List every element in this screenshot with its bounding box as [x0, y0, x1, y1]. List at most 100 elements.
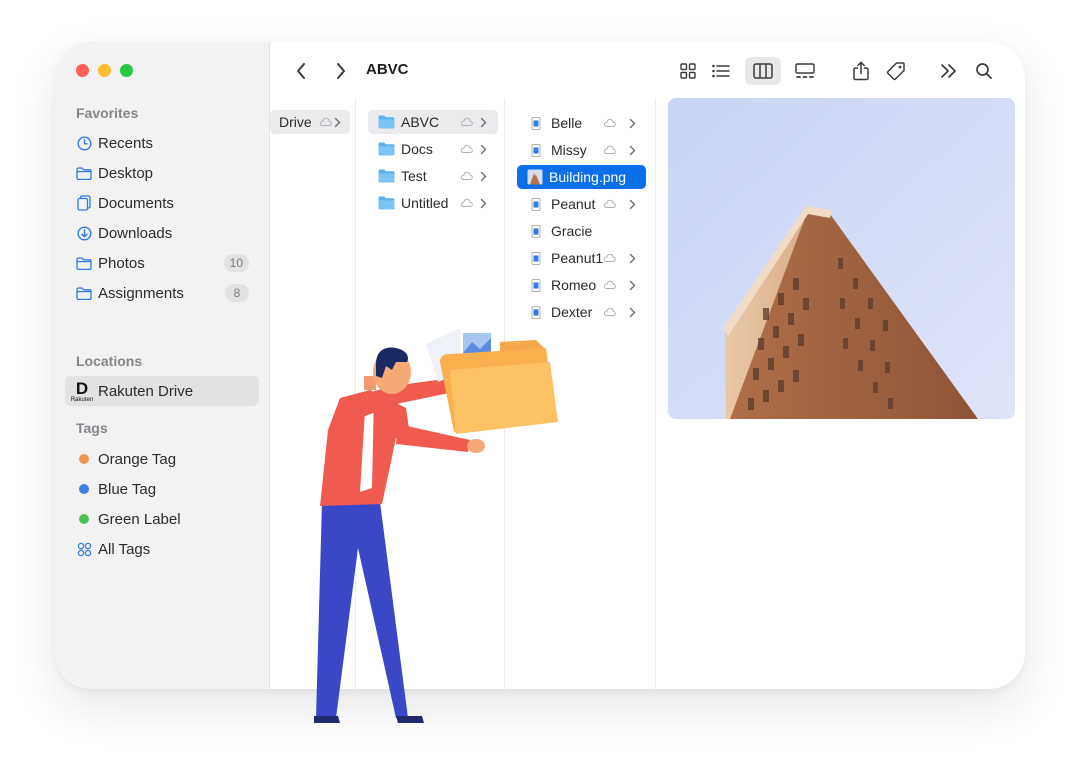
search-icon[interactable] [971, 58, 997, 84]
cloud-icon [603, 145, 616, 155]
file-icon [531, 224, 541, 238]
list-item-untitled[interactable]: Untitled [368, 191, 498, 215]
folder-icon [76, 285, 92, 301]
tags-section-title: Tags [76, 420, 108, 436]
file-icon [531, 278, 541, 292]
favorites-section-title: Favorites [76, 105, 139, 121]
chevron-right-icon [334, 117, 341, 128]
sidebar-item-label: Orange Tag [98, 450, 177, 468]
cloud-icon [319, 117, 332, 127]
cloud-icon [460, 144, 473, 154]
chevron-right-icon [629, 118, 636, 129]
window-title: ABVC [366, 61, 409, 78]
back-icon[interactable] [290, 58, 312, 84]
list-item-gracie[interactable]: Gracie [517, 219, 647, 243]
file-icon [531, 305, 541, 319]
sidebar-item-label: Documents [98, 194, 174, 212]
sidebar-item-label: Green Label [98, 510, 181, 528]
minimize-window-button[interactable] [98, 64, 111, 77]
chevron-right-icon [629, 145, 636, 156]
sidebar-item-rakuten-drive[interactable]: D Rakuten Rakuten Drive [65, 376, 259, 406]
chevron-right-icon [629, 280, 636, 291]
chevron-right-icon [629, 253, 636, 264]
tag-icon[interactable] [882, 58, 910, 84]
sidebar-item-recents[interactable]: Recents [65, 128, 259, 158]
cloud-icon [603, 199, 616, 209]
sidebar-item-orange-tag[interactable]: Orange Tag [65, 444, 259, 474]
folder-icon [378, 115, 395, 129]
all-tags-icon [76, 541, 92, 557]
chevron-right-icon [629, 307, 636, 318]
file-preview-image [668, 98, 1015, 419]
forward-icon[interactable] [330, 58, 352, 84]
cloud-icon [603, 307, 616, 317]
download-icon [76, 225, 92, 241]
zoom-window-button[interactable] [120, 64, 133, 77]
folder-icon [378, 142, 395, 156]
person-carrying-folder-illustration [300, 320, 570, 730]
rakuten-drive-logo: D Rakuten [70, 378, 94, 403]
tag-dot-icon [76, 451, 92, 467]
sidebar-item-label: Photos [98, 254, 145, 272]
folder-icon [76, 255, 92, 271]
file-icon [531, 197, 541, 211]
document-icon [76, 195, 92, 211]
list-item-building-png[interactable]: Building.png [517, 165, 646, 189]
chevron-right-icon [629, 199, 636, 210]
cloud-icon [603, 280, 616, 290]
sidebar-item-documents[interactable]: Documents [65, 188, 259, 218]
share-icon[interactable] [848, 58, 874, 84]
sidebar-item-desktop[interactable]: Desktop [65, 158, 259, 188]
sidebar-item-label: Downloads [98, 224, 173, 242]
column-view-icon[interactable] [745, 57, 781, 85]
cloud-icon [460, 171, 473, 181]
list-item-test[interactable]: Test [368, 164, 498, 188]
count-badge: 8 [225, 284, 249, 302]
sidebar-item-assignments[interactable]: Assignments 8 [65, 278, 259, 308]
list-item-missy[interactable]: Missy [517, 138, 647, 162]
cloud-icon [460, 198, 473, 208]
sidebar-item-all-tags[interactable]: All Tags [65, 534, 259, 564]
close-window-button[interactable] [76, 64, 89, 77]
folder-icon [76, 165, 92, 181]
locations-section-title: Locations [76, 353, 143, 369]
folder-icon [378, 196, 395, 210]
cloud-icon [603, 253, 616, 263]
sidebar: Favorites Recents Desktop Documents Down… [55, 42, 270, 689]
list-item-peanut[interactable]: Peanut [517, 192, 647, 216]
sidebar-item-blue-tag[interactable]: Blue Tag [65, 474, 259, 504]
sidebar-item-label: Blue Tag [98, 480, 157, 498]
chevron-right-icon [480, 144, 487, 155]
more-icon[interactable] [936, 58, 962, 84]
clock-icon [76, 135, 92, 151]
list-view-icon[interactable] [707, 58, 735, 84]
grid-view-icon[interactable] [674, 58, 702, 84]
sidebar-item-label: Recents [98, 134, 154, 152]
list-item-romeo[interactable]: Romeo [517, 273, 647, 297]
list-item-abvc[interactable]: ABVC [368, 110, 498, 134]
file-icon [531, 251, 541, 265]
list-item-peanut1[interactable]: Peanut1 [517, 246, 647, 270]
cloud-icon [460, 117, 473, 127]
sidebar-item-label: Assignments [98, 284, 184, 302]
folder-icon [378, 169, 395, 183]
list-item-docs[interactable]: Docs [368, 137, 498, 161]
sidebar-item-green-label[interactable]: Green Label [65, 504, 259, 534]
count-badge: 10 [223, 254, 249, 272]
sidebar-item-photos[interactable]: Photos 10 [65, 248, 259, 278]
toolbar: ABVC [270, 42, 1025, 98]
sidebar-item-downloads[interactable]: Downloads [65, 218, 259, 248]
list-item[interactable]: Drive [270, 110, 350, 134]
chevron-right-icon [480, 171, 487, 182]
file-icon [531, 116, 541, 130]
list-item-belle[interactable]: Belle [517, 111, 647, 135]
sidebar-item-label: Desktop [98, 164, 154, 182]
sidebar-item-label: All Tags [98, 540, 151, 558]
window-controls [76, 64, 133, 77]
sidebar-item-label: Rakuten Drive [98, 382, 194, 400]
cloud-icon [603, 118, 616, 128]
chevron-right-icon [480, 198, 487, 209]
tag-dot-icon [76, 481, 92, 497]
gallery-view-icon[interactable] [790, 58, 820, 84]
file-icon [531, 143, 541, 157]
